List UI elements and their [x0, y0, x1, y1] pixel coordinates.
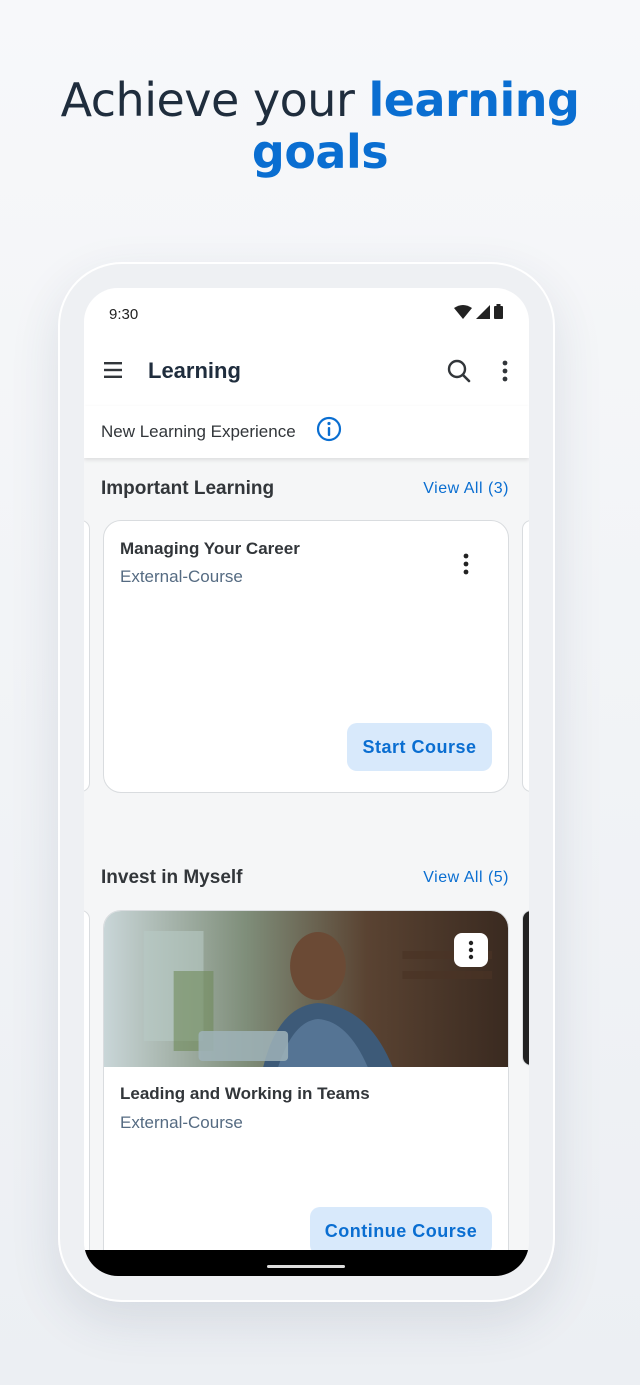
card-title: Managing Your Career — [120, 539, 300, 558]
menu-icon[interactable] — [104, 361, 124, 379]
card-peek-right — [522, 520, 529, 792]
headline-accent: learning — [368, 73, 580, 127]
gesture-handle[interactable] — [267, 1265, 345, 1268]
card-title: Leading and Working in Teams — [120, 1084, 370, 1103]
card-more-icon[interactable] — [456, 551, 476, 577]
headline-part2: goals — [251, 125, 389, 179]
image-more-button[interactable] — [454, 933, 488, 967]
more-vertical-icon — [468, 940, 474, 960]
more-vertical-icon[interactable] — [496, 358, 514, 384]
continue-course-button[interactable]: Continue Course — [310, 1207, 492, 1255]
card-subtitle: External-Course — [120, 567, 243, 586]
card-subtitle: External-Course — [120, 1113, 243, 1132]
wifi-icon — [454, 304, 472, 319]
app-title: Learning — [148, 358, 241, 383]
card-peek-right — [522, 910, 529, 1066]
sub-bar-text: New Learning Experience — [101, 422, 296, 441]
info-icon[interactable] — [316, 416, 342, 442]
headline-part1: Achieve your — [60, 73, 369, 127]
start-course-button[interactable]: Start Course — [347, 723, 492, 771]
headline: Achieve your learning goals — [0, 74, 640, 178]
phone-screen: 9:30 Learning New Learning Experience Im… — [84, 288, 529, 1276]
course-image — [104, 911, 508, 1067]
navigation-bar — [84, 1250, 529, 1276]
status-icons — [454, 304, 503, 319]
course-card[interactable]: Leading and Working in Teams External-Co… — [103, 910, 509, 1270]
card-peek-left — [84, 520, 90, 792]
status-time: 9:30 — [109, 306, 139, 323]
search-icon[interactable] — [446, 358, 472, 384]
sub-bar: New Learning Experience — [84, 406, 529, 458]
section-title-invest-in-myself: Invest in Myself — [101, 867, 243, 888]
section-title-important-learning: Important Learning — [101, 478, 275, 499]
course-card[interactable]: Managing Your Career External-Course Sta… — [103, 520, 509, 793]
signal-icon — [476, 304, 490, 319]
status-bar: 9:30 — [84, 288, 529, 336]
card-peek-left — [84, 910, 90, 1260]
view-all-invest-in-myself[interactable]: View All (5) — [423, 869, 509, 887]
battery-icon — [494, 304, 503, 319]
view-all-important-learning[interactable]: View All (3) — [423, 480, 509, 498]
app-bar: Learning — [84, 336, 529, 406]
